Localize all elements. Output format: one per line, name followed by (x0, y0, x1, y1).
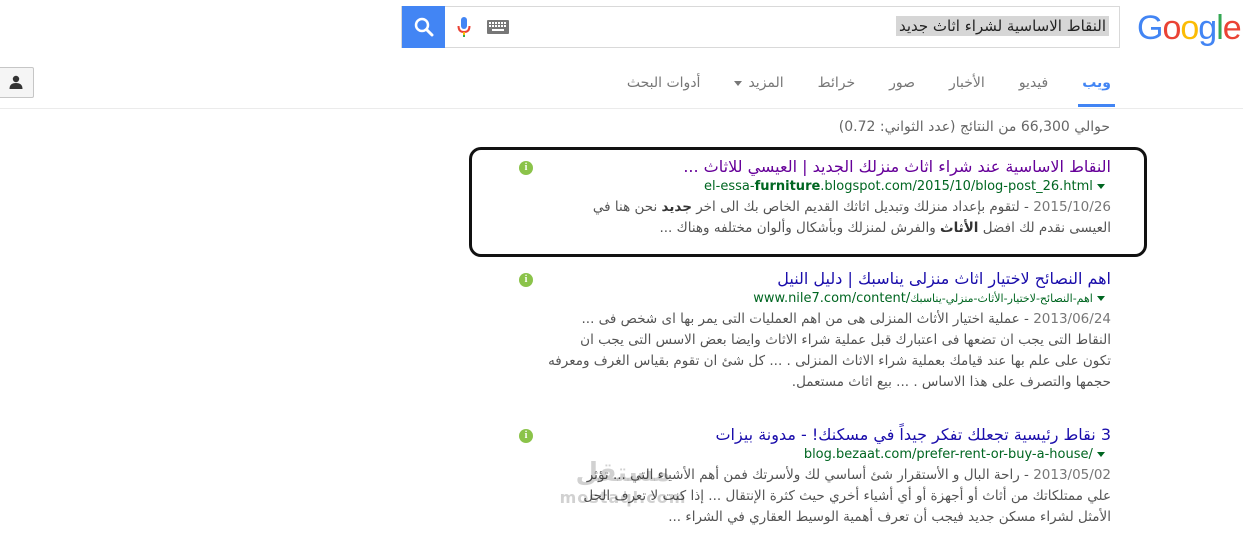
result-title[interactable]: اهم النصائح لاختيار اثاث منزلى يناسبك | … (511, 268, 1111, 289)
chevron-down-icon (734, 80, 743, 86)
result-url[interactable]: el-essa-furniture.blogspot.com/2015/10/b… (511, 177, 1111, 197)
snippet-line: 2015/10/26 - لتقوم بإعداد منزلك وتبديل ا… (511, 197, 1111, 218)
watermark-arabic: مستقل (575, 458, 671, 488)
url-text: blog.bezaat.com/prefer-rent-or-buy-a-hou… (803, 447, 1093, 462)
url-part: اهم-النصائح-لاختيار-الأثاث-منزلي-يناسبك (910, 292, 1093, 305)
tab-videos[interactable]: فيديو (1019, 73, 1048, 107)
snippet-text: - عملية اختيار الأثاث المنزلى هى من اهم … (581, 311, 1034, 327)
top-bar: Google النقاط الاساسية لشراء اثاث جديد و… (0, 0, 1243, 109)
search-box[interactable]: النقاط الاساسية لشراء اثاث جديد (401, 6, 1120, 48)
tab-more-label: المزيد (748, 75, 784, 91)
google-logo[interactable]: Google (1137, 9, 1242, 48)
snippet-line: النقاط التى يجب ان تضعها فى اعتبارك قبل … (580, 332, 1111, 348)
result-title[interactable]: 3 نقاط رئيسية تجعلك تفكر جيداً في مسكنك!… (511, 424, 1111, 445)
result-url[interactable]: www.nile7.com/content/اهم-النصائح-لاختيا… (511, 289, 1111, 309)
chevron-down-icon[interactable] (1097, 452, 1105, 457)
search-button[interactable] (402, 6, 445, 48)
url-part: el-essa- (704, 179, 755, 194)
watermark: مستقل mostaql.com (548, 458, 698, 507)
logo-letter: e (1222, 9, 1242, 47)
snippet-text: - لتقوم بإعداد منزلك وتبديل اثاثك القديم… (691, 199, 1034, 215)
result-title[interactable]: النقاط الاساسية عند شراء اثاث منزلك الجد… (511, 156, 1111, 177)
person-icon (9, 75, 23, 89)
search-tabs: ويب فيديو الأخبار صور خرائط المزيد أدوات… (593, 73, 1115, 107)
snippet-bold: الأثاث (940, 220, 979, 236)
logo-letter: o (1162, 9, 1181, 47)
watermark-latin: mostaql.com (559, 488, 687, 507)
snippet-line: الأمثل لشراء مسكن جديد فيجب أن تعرف أهمي… (668, 509, 1111, 525)
microphone-icon[interactable] (457, 16, 471, 38)
tab-news[interactable]: الأخبار (949, 73, 985, 107)
tab-images[interactable]: صور (889, 73, 915, 107)
url-part: .blogspot.com/2015/10/blog-post_26.html (820, 179, 1093, 194)
snippet-line: العيسى نقدم لك افضل الأثاث والفرش لمنزلك… (511, 218, 1111, 239)
result-snippet: 2013/06/24 - عملية اختيار الأثاث المنزلى… (511, 309, 1111, 393)
logo-letter: G (1137, 9, 1163, 47)
snippet-bold: جديد (661, 199, 692, 215)
result-date: 2015/10/26 (1033, 199, 1111, 215)
search-result: اهم النصائح لاختيار اثاث منزلى يناسبك | … (511, 268, 1111, 393)
result-date: 2013/05/02 (1033, 467, 1111, 483)
result-snippet: 2015/10/26 - لتقوم بإعداد منزلك وتبديل ا… (511, 197, 1111, 239)
snippet-line: تكون على علم بها عند قيامك بعملية شراء ا… (548, 353, 1111, 369)
logo-letter: g (1198, 9, 1217, 47)
snippet-line: حجمها والتصرف على هذا الاساس . ... بيع ا… (791, 374, 1111, 390)
tab-more[interactable]: المزيد (734, 73, 784, 107)
url-part: www.nile7.com/content/ (753, 291, 911, 306)
logo-letter: o (1180, 9, 1199, 47)
snippet-line: 2013/06/24 - عملية اختيار الأثاث المنزلى… (511, 309, 1111, 330)
tab-maps[interactable]: خرائط (818, 73, 855, 107)
tab-search-tools[interactable]: أدوات البحث (627, 73, 701, 107)
account-button[interactable] (0, 67, 34, 98)
snippet-text: والفرش لمنزلك وبأشكال وألوان مختلفه وهنا… (659, 220, 941, 236)
url-bold: furniture (754, 179, 821, 194)
tab-web[interactable]: ويب (1078, 73, 1115, 107)
snippet-text: العيسى نقدم لك افضل (978, 220, 1111, 236)
chevron-down-icon[interactable] (1097, 296, 1105, 301)
chevron-down-icon[interactable] (1097, 184, 1105, 189)
result-stats: حوالي 66,300 من النتائج (عدد الثواني: 0.… (838, 119, 1110, 135)
search-result: النقاط الاساسية عند شراء اثاث منزلك الجد… (511, 156, 1111, 239)
search-icon (414, 17, 433, 37)
result-date: 2013/06/24 (1033, 311, 1111, 327)
search-input[interactable]: النقاط الاساسية لشراء اثاث جديد (895, 16, 1109, 36)
keyboard-icon[interactable] (487, 20, 509, 34)
snippet-text: نحن هنا في (592, 199, 662, 215)
